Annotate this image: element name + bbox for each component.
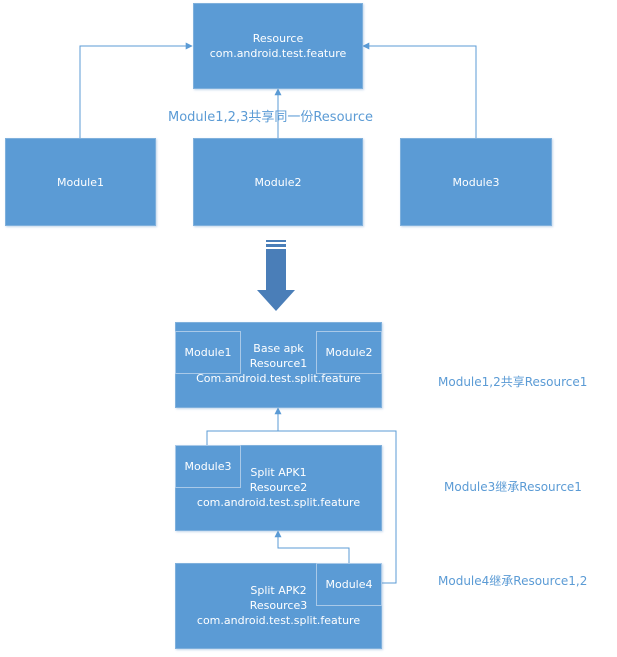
base-inner-module2: Module2 — [316, 331, 382, 374]
note-module12-share: Module1,2共享Resource1 — [438, 375, 588, 389]
module2-label: Module2 — [254, 175, 302, 189]
base-inner-module1-label: Module1 — [184, 346, 232, 359]
module3-box: Module3 — [400, 138, 552, 226]
base-inner-module1: Module1 — [175, 331, 241, 374]
down-arrow-icon — [257, 240, 295, 311]
base-apk-title: Base apk — [253, 341, 304, 355]
split-apk2-title: Split APK2 — [250, 583, 307, 597]
note-module3-inherit: Module3继承Resource1 — [444, 480, 582, 494]
resource-box: Resource com.android.test.feature — [193, 3, 363, 89]
shared-resource-note: Module1,2,3共享同一份Resource — [168, 110, 373, 125]
split-apk1-resource: Resource2 — [249, 480, 308, 494]
split-apk2-package: com.android.test.split.feature — [196, 613, 361, 627]
connector-module3-resource — [362, 42, 477, 138]
resource-package: com.android.test.feature — [209, 47, 347, 60]
resource-title: Resource — [252, 32, 304, 45]
module3-label: Module3 — [452, 175, 500, 189]
note-module4-inherit: Module4继承Resource1,2 — [438, 574, 588, 588]
module1-box: Module1 — [5, 138, 156, 226]
base-apk-resource: Resource1 — [249, 356, 308, 370]
split-apk1-title: Split APK1 — [250, 465, 307, 479]
connector-module4-split1 — [274, 530, 350, 563]
split1-inner-module3: Module3 — [175, 445, 241, 488]
split-apk2-resource: Resource3 — [249, 598, 308, 612]
split-apk1-package: com.android.test.split.feature — [196, 495, 361, 509]
split1-inner-module3-label: Module3 — [184, 460, 232, 473]
split2-inner-module4: Module4 — [316, 563, 382, 606]
module2-box: Module2 — [193, 138, 363, 226]
split2-inner-module4-label: Module4 — [325, 578, 373, 591]
base-inner-module2-label: Module2 — [325, 346, 373, 359]
module1-label: Module1 — [57, 175, 104, 189]
